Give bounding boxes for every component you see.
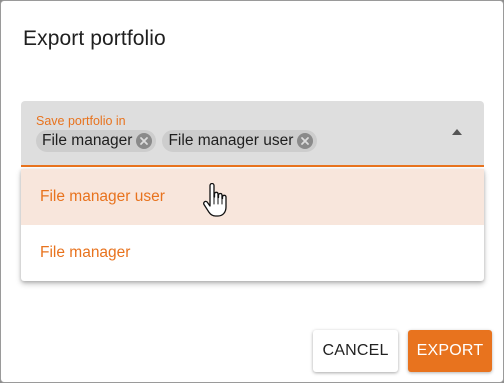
chip-label: File manager — [42, 132, 133, 149]
cancel-button[interactable]: CANCEL — [313, 330, 398, 372]
selected-chips: File manager File manager user — [36, 130, 318, 152]
chip-file-manager-user: File manager user — [162, 130, 318, 152]
arrow-drop-up-icon[interactable] — [452, 129, 462, 135]
menu-item-file-manager-user[interactable]: File manager user — [21, 169, 484, 225]
select-label: Save portfolio in — [36, 114, 126, 128]
export-button[interactable]: EXPORT — [408, 330, 492, 372]
chip-file-manager: File manager — [36, 130, 157, 152]
select-options-menu: File manager user File manager — [21, 169, 484, 281]
cancel-circle-icon[interactable] — [297, 133, 314, 149]
save-portfolio-select[interactable]: Save portfolio in File manager File mana… — [21, 101, 484, 167]
export-portfolio-dialog: Export portfolio Save portfolio in File … — [0, 0, 504, 383]
cancel-circle-icon[interactable] — [136, 133, 153, 149]
menu-item-label: File manager — [40, 244, 131, 261]
dialog-title: Export portfolio — [23, 27, 166, 50]
menu-item-label: File manager user — [40, 188, 165, 205]
chip-label: File manager user — [168, 132, 294, 149]
menu-item-file-manager[interactable]: File manager — [21, 225, 484, 281]
